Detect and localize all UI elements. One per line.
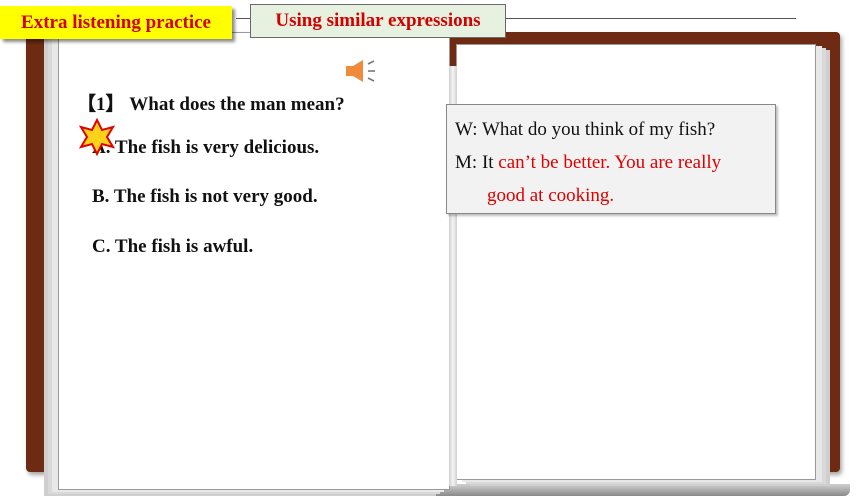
tag-connector	[236, 18, 250, 19]
similar-expressions-tag: Using similar expressions	[250, 4, 506, 38]
question-text: What does the man mean?	[129, 94, 345, 115]
line-m-highlight: can’t be better. You are really	[498, 152, 722, 173]
header-rule	[506, 18, 796, 19]
option-a[interactable]: A. The fish is very delicious.	[92, 137, 319, 159]
option-b[interactable]: B. The fish is not very good.	[92, 186, 318, 208]
option-b-text: The fish is not very good.	[113, 186, 318, 207]
dialog-line-m-cont: good at cooking.	[487, 185, 615, 206]
option-c-letter: C.	[92, 236, 111, 257]
extra-listening-tag: Extra listening practice	[0, 6, 232, 39]
option-a-text: The fish is very delicious.	[114, 137, 320, 158]
dialog-box: W: What do you think of my fish? M: It c…	[446, 104, 776, 214]
speaker-icon[interactable]	[344, 58, 378, 84]
question-line: 【1】 What does the man mean?	[77, 89, 345, 116]
option-c[interactable]: C. The fish is awful.	[92, 236, 253, 258]
option-c-text: The fish is awful.	[114, 236, 254, 257]
speaker-m: M:	[455, 152, 478, 173]
option-b-letter: B.	[92, 186, 110, 207]
line-m-plain: It	[481, 152, 494, 173]
speaker-w: W:	[455, 119, 478, 140]
line-w-text: What do you think of my fish?	[481, 119, 716, 140]
dialog-line-m: M: It can’t be better. You are really	[455, 152, 721, 174]
star-icon	[78, 118, 116, 156]
dialog-line-w: W: What do you think of my fish?	[455, 119, 715, 141]
question-number: 【1】	[77, 94, 125, 115]
